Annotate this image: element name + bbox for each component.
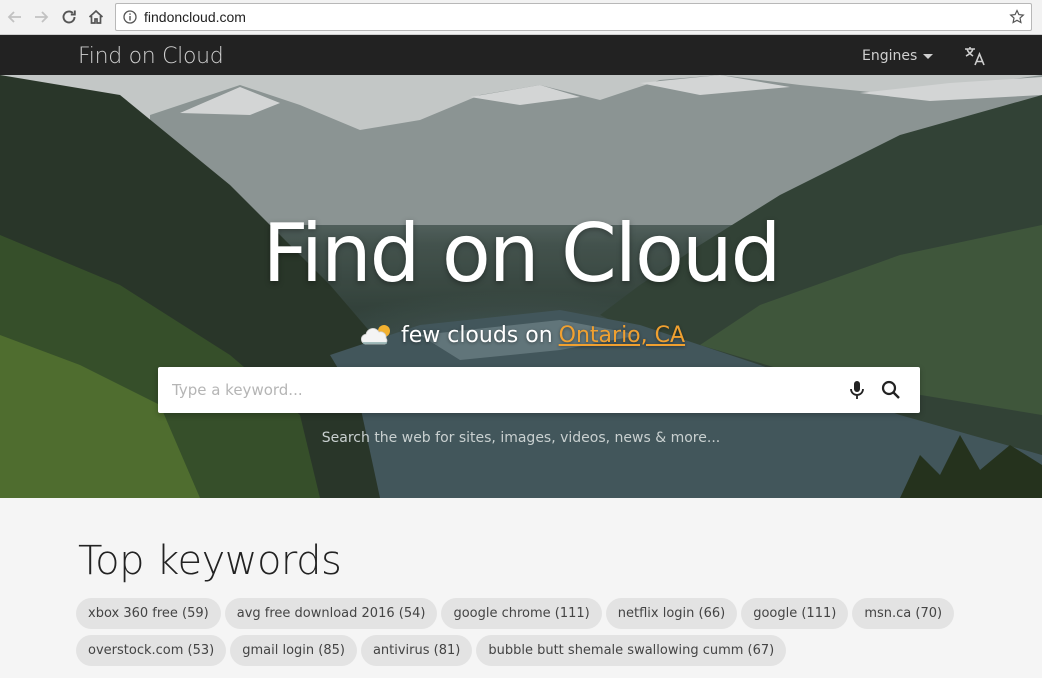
engines-label: Engines [862,48,918,64]
engines-dropdown[interactable]: Engines [862,48,934,64]
translate-icon[interactable] [963,44,987,68]
hero-title: Find on Cloud [262,207,782,300]
keyword-chip[interactable]: google chrome (111) [441,598,602,629]
weather-info: few clouds on Ontario, CA [0,322,1042,348]
keyword-chip[interactable]: msn.ca (70) [852,598,955,629]
search-icon[interactable] [880,379,902,401]
arrow-right-icon [35,11,49,23]
cloud-sun-icon [360,325,390,345]
info-icon[interactable] [123,10,137,24]
keyword-chip[interactable]: antivirus (81) [360,635,473,666]
keyword-chip[interactable]: overstock.com (53) [76,635,227,666]
weather-text: few clouds on [400,322,553,348]
search-input[interactable] [172,379,812,401]
keyword-chip[interactable]: avg free download 2016 (54) [224,598,438,629]
keyword-list: xbox 360 free (59) avg free download 201… [76,598,1006,666]
keyword-chip[interactable]: bubble butt shemale swallowing cumm (67) [476,635,787,666]
url-text: findoncloud.com [144,9,246,25]
search-box [158,367,920,413]
microphone-icon[interactable] [846,379,868,401]
star-icon[interactable] [1009,9,1025,25]
keyword-chip[interactable]: gmail login (85) [230,635,357,666]
hero-section: Find on Cloud few clouds on Ontario, CA … [0,75,1042,498]
home-icon [88,9,104,24]
forward-button[interactable] [30,6,52,28]
reload-icon [62,10,76,24]
caret-down-icon [923,54,934,59]
brand-link[interactable]: Find on Cloud [78,44,224,69]
address-bar[interactable]: findoncloud.com [115,3,1032,31]
home-button[interactable] [85,6,107,28]
arrow-left-icon [7,11,21,23]
top-keywords-heading: Top keywords [78,538,342,584]
reload-button[interactable] [58,6,80,28]
keyword-chip[interactable]: google (111) [741,598,849,629]
keyword-chip[interactable]: xbox 360 free (59) [76,598,221,629]
site-navbar: Find on Cloud Engines [0,35,1042,75]
back-button[interactable] [4,6,26,28]
location-link[interactable]: Ontario, CA [559,323,685,348]
search-tagline: Search the web for sites, images, videos… [321,430,721,446]
browser-toolbar: findoncloud.com [0,0,1042,35]
keyword-chip[interactable]: netflix login (66) [605,598,738,629]
